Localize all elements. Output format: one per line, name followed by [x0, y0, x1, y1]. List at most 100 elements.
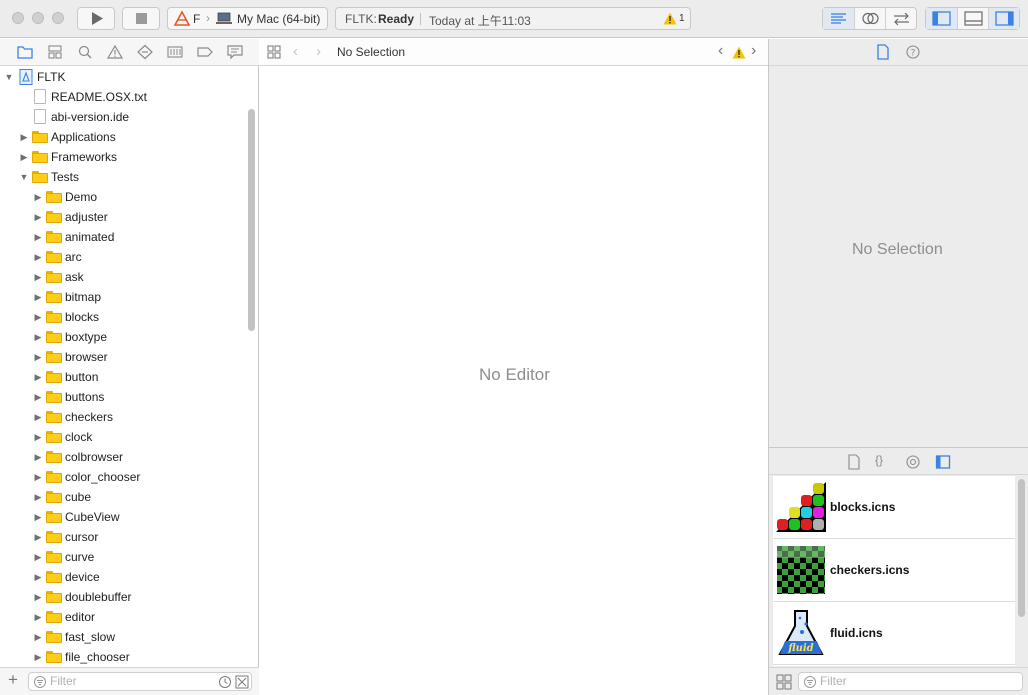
clock-icon[interactable]	[218, 675, 232, 689]
folder-tab-icon[interactable]	[16, 44, 34, 60]
scm-filter-icon[interactable]	[235, 675, 249, 689]
disclosure-right-icon[interactable]: ▶	[33, 527, 43, 547]
activity-viewer[interactable]: FLTK: Ready Today at 上午11:03 1	[335, 7, 691, 30]
file-inspector-icon[interactable]	[876, 44, 890, 60]
stop-button[interactable]	[122, 7, 160, 30]
issue-tab-icon[interactable]	[106, 44, 124, 60]
disclosure-right-icon[interactable]: ▶	[33, 567, 43, 587]
library-item[interactable]: checkers.icns	[773, 539, 1015, 602]
next-issue-icon[interactable]: ›	[751, 42, 756, 60]
media-library-icon[interactable]	[935, 454, 951, 470]
disclosure-right-icon[interactable]: ▶	[33, 647, 43, 667]
tree-row-folder[interactable]: ▶ clock	[0, 427, 246, 447]
report-tab-icon[interactable]	[226, 44, 244, 60]
library-item[interactable]: blocks.icns	[773, 476, 1015, 539]
disclosure-right-icon[interactable]: ▶	[33, 547, 43, 567]
close-window-button[interactable]	[12, 12, 24, 24]
tree-row-folder[interactable]: ▶ color_chooser	[0, 467, 246, 487]
toggle-debug-area-button[interactable]	[957, 8, 988, 29]
library-scrollbar[interactable]	[1018, 479, 1025, 617]
tree-row-file[interactable]: README.OSX.txt	[0, 87, 246, 107]
navigator-filter-field[interactable]: Filter	[28, 672, 252, 691]
tree-row-folder[interactable]: ▶ boxtype	[0, 327, 246, 347]
assistant-editor-button[interactable]	[854, 8, 885, 29]
minimize-window-button[interactable]	[32, 12, 44, 24]
tree-row-file[interactable]: abi-version.ide	[0, 107, 246, 127]
tree-row-folder[interactable]: ▶ arc	[0, 247, 246, 267]
scheme-selector[interactable]: F › My Mac (64-bit)	[167, 7, 328, 30]
run-button[interactable]	[77, 7, 115, 30]
toggle-navigator-button[interactable]	[926, 8, 957, 29]
tree-row-folder[interactable]: ▶ animated	[0, 227, 246, 247]
jumpbar-title[interactable]: No Selection	[337, 45, 405, 59]
disclosure-down-icon[interactable]: ▼	[19, 167, 29, 187]
test-tab-icon[interactable]	[136, 44, 154, 60]
related-items-icon[interactable]	[267, 45, 283, 61]
disclosure-right-icon[interactable]: ▶	[33, 187, 43, 207]
disclosure-right-icon[interactable]: ▶	[33, 407, 43, 427]
disclosure-right-icon[interactable]: ▶	[33, 267, 43, 287]
back-arrow-icon[interactable]: ‹	[293, 43, 298, 60]
object-library-icon[interactable]	[905, 454, 921, 470]
disclosure-right-icon[interactable]: ▶	[33, 327, 43, 347]
symbol-tab-icon[interactable]	[46, 44, 64, 60]
tree-row-folder[interactable]: ▶ fast_slow	[0, 627, 246, 647]
disclosure-right-icon[interactable]: ▶	[33, 347, 43, 367]
disclosure-right-icon[interactable]: ▶	[33, 487, 43, 507]
tree-row-group[interactable]: ▶ Frameworks	[0, 147, 246, 167]
version-editor-button[interactable]	[885, 8, 916, 29]
disclosure-right-icon[interactable]: ▶	[19, 147, 29, 167]
tree-row-folder[interactable]: ▶ curve	[0, 547, 246, 567]
tree-row-folder[interactable]: ▶ adjuster	[0, 207, 246, 227]
tree-row-folder[interactable]: ▶ Demo	[0, 187, 246, 207]
help-icon[interactable]: ?	[905, 44, 921, 60]
tree-row-folder[interactable]: ▶ file_chooser	[0, 647, 246, 667]
disclosure-right-icon[interactable]: ▶	[33, 607, 43, 627]
disclosure-right-icon[interactable]: ▶	[33, 307, 43, 327]
library-filter-field[interactable]: Filter	[798, 672, 1023, 691]
disclosure-right-icon[interactable]: ▶	[33, 287, 43, 307]
disclosure-right-icon[interactable]: ▶	[33, 227, 43, 247]
tree-row-project[interactable]: ▼ FLTK	[0, 67, 246, 87]
tree-row-group[interactable]: ▶ Applications	[0, 127, 246, 147]
tree-row-folder[interactable]: ▶ buttons	[0, 387, 246, 407]
tree-row-folder[interactable]: ▶ editor	[0, 607, 246, 627]
tree-row-folder[interactable]: ▶ cube	[0, 487, 246, 507]
tree-row-folder[interactable]: ▶ blocks	[0, 307, 246, 327]
forward-arrow-icon[interactable]: ›	[316, 43, 321, 60]
disclosure-right-icon[interactable]: ▶	[33, 507, 43, 527]
tree-row-folder[interactable]: ▶ browser	[0, 347, 246, 367]
disclosure-right-icon[interactable]: ▶	[33, 467, 43, 487]
tree-row-folder[interactable]: ▶ bitmap	[0, 287, 246, 307]
disclosure-right-icon[interactable]: ▶	[33, 427, 43, 447]
toggle-inspector-button[interactable]	[988, 8, 1019, 29]
disclosure-right-icon[interactable]: ▶	[33, 387, 43, 407]
disclosure-right-icon[interactable]: ▶	[19, 127, 29, 147]
file-template-icon[interactable]	[847, 454, 861, 470]
disclosure-right-icon[interactable]: ▶	[33, 447, 43, 467]
disclosure-right-icon[interactable]: ▶	[33, 367, 43, 387]
tree-row-group[interactable]: ▼ Tests	[0, 167, 246, 187]
tree-row-folder[interactable]: ▶ checkers	[0, 407, 246, 427]
disclosure-right-icon[interactable]: ▶	[33, 207, 43, 227]
tree-row-folder[interactable]: ▶ button	[0, 367, 246, 387]
code-snippet-icon[interactable]: {}	[875, 453, 883, 467]
grid-view-icon[interactable]	[776, 674, 792, 690]
warning-icon[interactable]	[732, 46, 746, 59]
previous-issue-icon[interactable]: ‹	[718, 42, 723, 60]
zoom-window-button[interactable]	[52, 12, 64, 24]
add-icon[interactable]: +	[8, 670, 18, 690]
disclosure-down-icon[interactable]: ▼	[4, 67, 14, 87]
breakpoint-tab-icon[interactable]	[196, 44, 214, 60]
search-tab-icon[interactable]	[76, 44, 94, 60]
tree-row-folder[interactable]: ▶ ask	[0, 267, 246, 287]
tree-row-folder[interactable]: ▶ device	[0, 567, 246, 587]
tree-row-folder[interactable]: ▶ doublebuffer	[0, 587, 246, 607]
tree-row-folder[interactable]: ▶ CubeView	[0, 507, 246, 527]
disclosure-right-icon[interactable]: ▶	[33, 587, 43, 607]
tree-row-folder[interactable]: ▶ colbrowser	[0, 447, 246, 467]
standard-editor-button[interactable]	[823, 8, 854, 29]
tree-row-folder[interactable]: ▶ cursor	[0, 527, 246, 547]
debug-tab-icon[interactable]	[166, 44, 184, 60]
disclosure-right-icon[interactable]: ▶	[33, 247, 43, 267]
